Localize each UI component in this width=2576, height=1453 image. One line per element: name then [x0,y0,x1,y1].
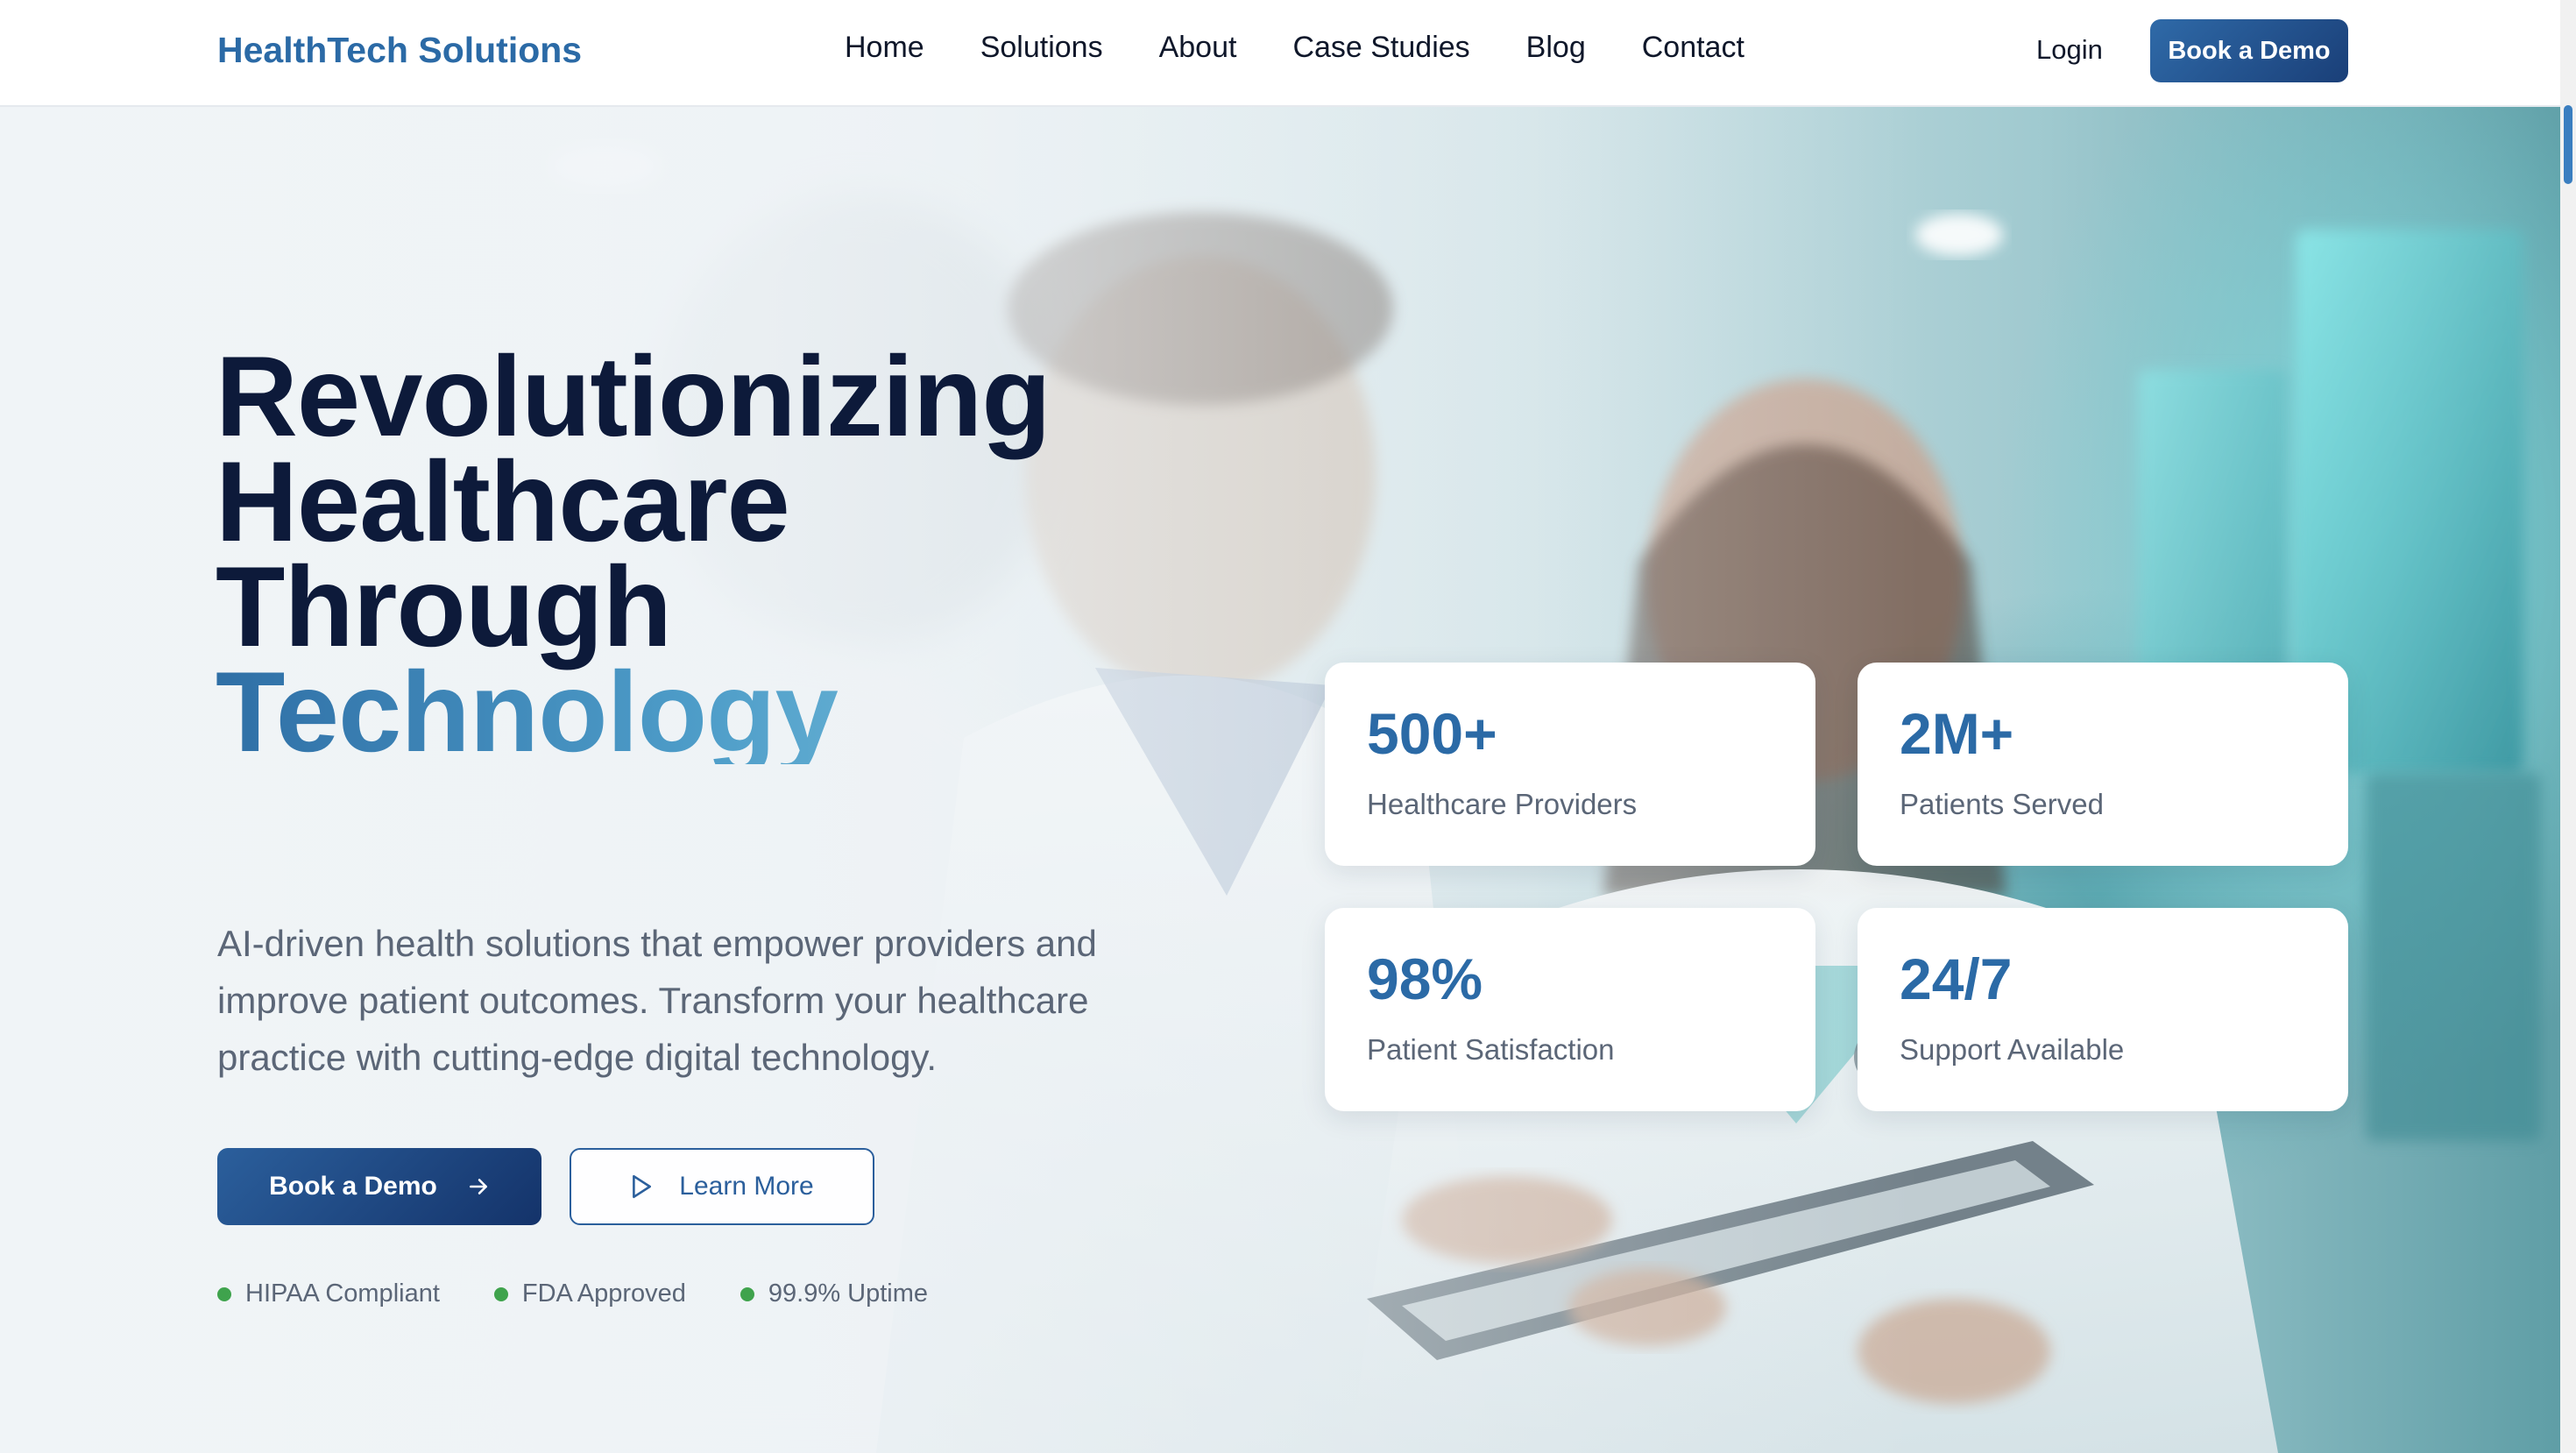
stat-label: Support Available [1900,1033,2125,1066]
status-dot-icon [493,1286,508,1301]
nav-item-blog[interactable]: Blog [1526,31,1586,65]
header-book-demo-button[interactable]: Book a Demo [2150,19,2348,82]
stat-value: 500+ [1367,701,1497,766]
brand-logo[interactable]: HealthTech Solutions [217,0,582,105]
nav-item-solutions[interactable]: Solutions [980,31,1103,65]
stat-label: Healthcare Providers [1367,788,1638,820]
play-icon [630,1174,653,1199]
hero-book-demo-label: Book a Demo [269,1172,437,1201]
scrollbar-thumb[interactable] [2564,105,2572,184]
page-scrollbar[interactable] [2560,0,2576,1453]
stat-card-providers: 500+ Healthcare Providers [1325,663,1815,866]
hero-learn-more-label: Learn More [679,1172,814,1201]
stat-label: Patients Served [1900,788,2104,820]
stat-card-satisfaction: 98% Patient Satisfaction [1325,908,1815,1111]
badge-uptime: 99.9% Uptime [740,1279,928,1308]
hero-subtitle: AI-driven health solutions that empower … [217,923,1097,1078]
stat-value: 98% [1367,946,1483,1011]
badge-hipaa: HIPAA Compliant [217,1279,440,1308]
badge-label: 99.9% Uptime [768,1279,929,1308]
login-link[interactable]: Login [2036,0,2103,105]
badge-label: HIPAA Compliant [245,1279,440,1308]
hero-headline: Revolutionizing Healthcare Through Techn… [216,332,1267,769]
status-dot-icon [217,1286,231,1301]
hero-book-demo-button[interactable]: Book a Demo [217,1148,541,1225]
headline-accent: Technology [216,655,1267,769]
nav-item-home[interactable]: Home [845,31,924,65]
nav-item-contact[interactable]: Contact [1642,31,1744,65]
headline-line-2: Healthcare [216,437,790,565]
badge-fda: FDA Approved [493,1279,686,1308]
nav-item-about[interactable]: About [1159,31,1237,65]
stat-value: 2M+ [1900,701,2014,766]
status-dot-icon [740,1286,754,1301]
headline-line-3: Through [216,542,672,670]
main-nav: Home Solutions About Case Studies Blog C… [845,0,1744,100]
stat-label: Patient Satisfaction [1367,1033,1615,1066]
badge-label: FDA Approved [521,1279,686,1308]
stat-value: 24/7 [1900,946,2013,1011]
arrow-right-icon [467,1175,490,1198]
trust-badges: HIPAA Compliant FDA Approved 99.9% Uptim… [217,1279,928,1308]
stat-card-support: 24/7 Support Available [1858,908,2348,1111]
hero-learn-more-button[interactable]: Learn More [570,1148,874,1225]
hero-section: Revolutionizing Healthcare Through Techn… [0,107,2560,1453]
site-header: HealthTech Solutions Home Solutions Abou… [0,0,2576,107]
nav-item-case-studies[interactable]: Case Studies [1292,31,1469,65]
stat-card-patients: 2M+ Patients Served [1858,663,2348,866]
headline-line-1: Revolutionizing [216,332,1051,460]
